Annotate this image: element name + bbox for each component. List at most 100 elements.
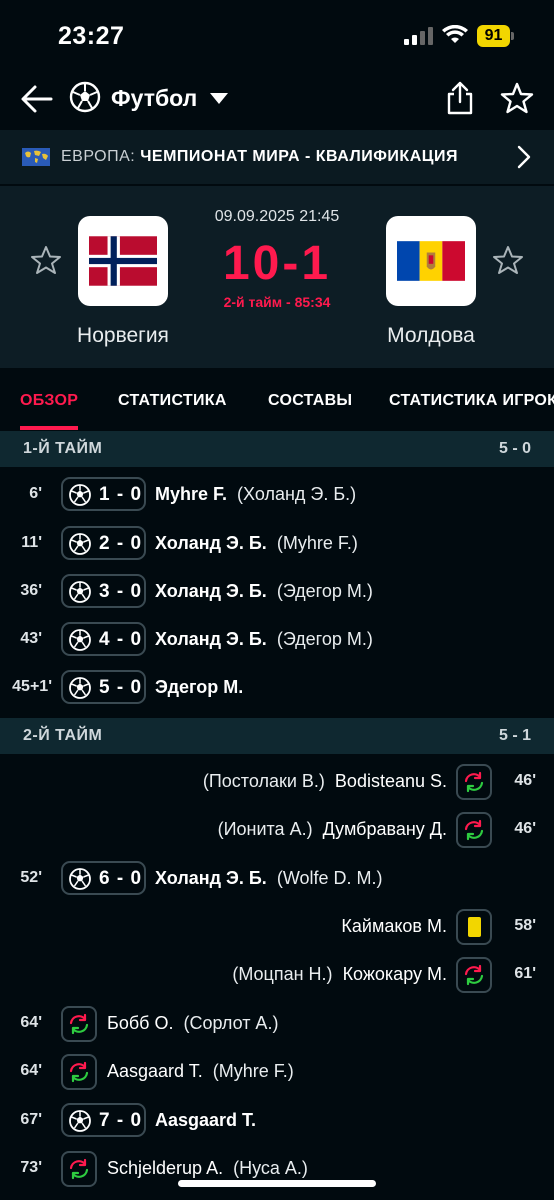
event-minute: 43' — [20, 630, 42, 647]
away-team-logo[interactable] — [386, 216, 476, 306]
substitution-badge — [61, 1006, 97, 1042]
assist-name[interactable]: (Wolfe D. M.) — [277, 868, 383, 888]
assist-name[interactable]: (Myhre F.) — [277, 533, 358, 553]
substitution-icon — [464, 819, 484, 841]
scorer-name[interactable]: Aasgaard T. — [155, 1110, 256, 1130]
goal-event[interactable]: 11' 2 - 0 Холанд Э. Б. (Myhre F.) — [0, 522, 554, 566]
home-team-name[interactable]: Норвегия — [43, 324, 203, 348]
event-minute: 36' — [20, 582, 42, 599]
substitution-event[interactable]: (Постолаки В.) Bodisteanu S. 46' — [0, 760, 554, 804]
substitution-event[interactable]: (Моцпан Н.) Кожокару М. 61' — [0, 953, 554, 997]
yellow-card-icon — [468, 917, 481, 937]
goal-event[interactable]: 45+1' 5 - 0 Эдегор М. — [0, 666, 554, 710]
league-bar[interactable]: ЕВРОПА: ЧЕМПИОНАТ МИРА - КВАЛИФИКАЦИЯ — [0, 130, 554, 184]
yellow-card-event[interactable]: Каймаков М. 58' — [0, 905, 554, 949]
goal-event[interactable]: 36' 3 - 0 Холанд Э. Б. (Эдегор М.) — [0, 570, 554, 614]
league-region: ЕВРОПА: — [61, 148, 136, 165]
substitution-event[interactable]: 64' Бобб О. (Сорлот А.) — [0, 1002, 554, 1046]
assist-name[interactable]: (Холанд Э. Б.) — [237, 484, 356, 504]
scorer-name[interactable]: Эдегор М. — [155, 677, 243, 697]
goal-event[interactable]: 43' 4 - 0 Холанд Э. Б. (Эдегор М.) — [0, 618, 554, 662]
tab-statistics[interactable]: СТАТИСТИКА — [118, 392, 227, 410]
goal-score: 2 - 0 — [99, 533, 143, 554]
goal-score: 4 - 0 — [99, 629, 143, 650]
first-half-label: 1-Й ТАЙМ — [23, 440, 103, 457]
substitution-event[interactable]: 64' Aasgaard T. (Myhre F.) — [0, 1050, 554, 1094]
player-in-name[interactable]: Schjelderup A. — [107, 1158, 223, 1178]
player-name[interactable]: Каймаков М. — [341, 916, 447, 936]
player-out-name[interactable]: (Ионита А.) — [218, 819, 313, 839]
goal-event[interactable]: 67' 7 - 0 Aasgaard T. — [0, 1099, 554, 1143]
goal-event[interactable]: 52' 6 - 0 Холанд Э. Б. (Wolfe D. M.) — [0, 857, 554, 901]
sport-selector[interactable]: Футбол — [111, 85, 197, 112]
event-minute: 52' — [20, 869, 42, 886]
substitution-icon — [464, 964, 484, 986]
substitution-badge — [456, 812, 492, 848]
second-half-label: 2-Й ТАЙМ — [23, 727, 103, 744]
event-minute: 6' — [29, 485, 42, 502]
assist-name[interactable]: (Эдегор М.) — [277, 629, 373, 649]
home-indicator[interactable] — [178, 1180, 376, 1187]
substitution-badge — [61, 1151, 97, 1187]
tab-player-statistics[interactable]: СТАТИСТИКА ИГРОКОВ — [389, 392, 554, 410]
soccer-ball-icon — [69, 868, 91, 890]
wifi-icon — [442, 25, 468, 43]
home-team-logo[interactable] — [78, 216, 168, 306]
active-tab-indicator — [20, 426, 78, 430]
player-out-name[interactable]: (Нуса А.) — [233, 1158, 308, 1178]
goal-badge: 4 - 0 — [61, 622, 146, 656]
favorite-home-star-icon[interactable] — [30, 244, 62, 276]
soccer-ball-icon — [69, 484, 91, 506]
player-out-name[interactable]: (Постолаки В.) — [203, 771, 325, 791]
chevron-down-icon[interactable] — [210, 93, 228, 105]
event-minute: 64' — [20, 1014, 42, 1031]
player-out-name[interactable]: (Сорлот А.) — [183, 1013, 278, 1033]
substitution-event[interactable]: (Ионита А.) Думбравану Д. 46' — [0, 808, 554, 852]
scorer-name[interactable]: Myhre F. — [155, 484, 227, 504]
goal-badge: 3 - 0 — [61, 574, 146, 608]
player-in-name[interactable]: Думбравану Д. — [323, 819, 447, 839]
scorer-name[interactable]: Холанд Э. Б. — [155, 533, 267, 553]
event-minute: 73' — [20, 1159, 42, 1176]
match-status: 2-й тайм - 85:34 — [223, 294, 331, 310]
first-half-score: 5 - 0 — [498, 440, 531, 457]
substitution-badge — [61, 1054, 97, 1090]
second-half-header: 2-Й ТАЙМ 5 - 1 — [0, 718, 554, 754]
tab-overview[interactable]: ОБЗОР — [20, 392, 78, 410]
league-title: ЕВРОПА: ЧЕМПИОНАТ МИРА - КВАЛИФИКАЦИЯ — [61, 148, 458, 166]
player-in-name[interactable]: Aasgaard T. — [107, 1061, 203, 1081]
share-icon[interactable] — [444, 80, 476, 116]
tab-lineups[interactable]: СОСТАВЫ — [268, 392, 352, 410]
player-in-name[interactable]: Кожокару М. — [343, 964, 447, 984]
assist-name[interactable]: (Эдегор М.) — [277, 581, 373, 601]
scorer-name[interactable]: Холанд Э. Б. — [155, 581, 267, 601]
player-in-name[interactable]: Бобб О. — [107, 1013, 173, 1033]
player-out-name[interactable]: (Myhre F.) — [213, 1061, 294, 1081]
app-header: Футбол — [0, 72, 554, 128]
goal-badge: 1 - 0 — [61, 477, 146, 511]
player-in-name[interactable]: Bodisteanu S. — [335, 771, 447, 791]
soccer-ball-icon — [69, 81, 101, 113]
scorer-name[interactable]: Холанд Э. Б. — [155, 629, 267, 649]
substitution-badge — [456, 957, 492, 993]
second-half-score: 5 - 1 — [498, 727, 531, 744]
away-team-name[interactable]: Молдова — [351, 324, 511, 348]
favorite-star-icon[interactable] — [500, 81, 534, 115]
soccer-ball-icon — [69, 581, 91, 603]
favorite-away-star-icon[interactable] — [492, 244, 524, 276]
goal-score: 6 - 0 — [99, 868, 143, 889]
goal-score: 1 - 0 — [99, 484, 143, 505]
match-date: 09.09.2025 21:45 — [214, 208, 340, 225]
scorer-name[interactable]: Холанд Э. Б. — [155, 868, 267, 888]
goal-score: 7 - 0 — [99, 1110, 143, 1131]
event-minute: 46' — [514, 820, 536, 837]
substitution-icon — [464, 771, 484, 793]
player-out-name[interactable]: (Моцпан Н.) — [232, 964, 332, 984]
substitution-icon — [69, 1013, 89, 1035]
match-score: 10-1 — [222, 237, 332, 290]
back-arrow-icon[interactable] — [20, 82, 54, 116]
goal-event[interactable]: 6' 1 - 0 Myhre F. (Холанд Э. Б.) — [0, 473, 554, 517]
league-name: ЧЕМПИОНАТ МИРА - КВАЛИФИКАЦИЯ — [140, 148, 458, 165]
chevron-right-icon[interactable] — [516, 144, 532, 170]
norway-flag-icon — [89, 236, 157, 286]
